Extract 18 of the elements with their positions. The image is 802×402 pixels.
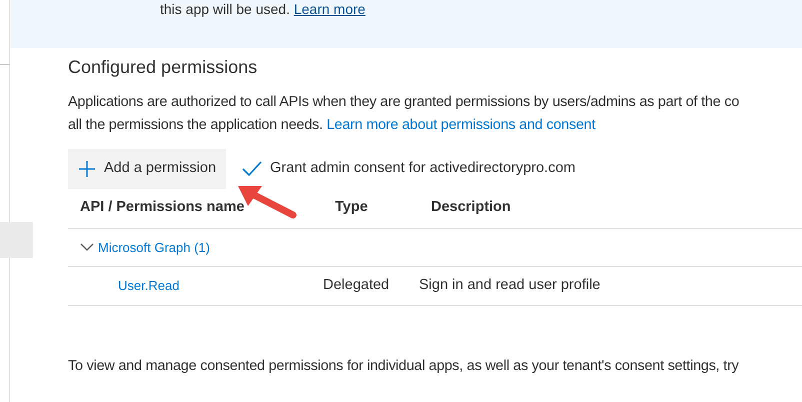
- column-header: Type: [334, 198, 368, 218]
- intro-paragraph: Applications are authorized to call APIs when they are granted permissions by users/admins as part of the co all the permissions the application needs. Learn more about permissions and consent: [68, 93, 740, 135]
- column-header: Description: [430, 198, 511, 218]
- column-header: API / Permissions name: [79, 198, 244, 218]
- chevron-icon[interactable]: [80, 242, 94, 252]
- section-title: Configured permissions: [68, 56, 258, 79]
- plus-icon: [78, 160, 96, 178]
- api-group-link[interactable]: Microsoft Graph (1): [98, 238, 210, 257]
- banner-text: this app will be used.: [160, 1, 291, 17]
- table-cell-text: Delegated: [323, 276, 390, 295]
- permission-link[interactable]: User.Read: [118, 278, 180, 293]
- learn-more-link[interactable]: Learn more: [294, 1, 366, 17]
- footer-text: To view and manage consented permissions for individual apps, as well as your tenant's consent settings, try: [68, 356, 740, 376]
- add-permission-button[interactable]: Add a permission: [68, 149, 226, 189]
- grant-consent-button[interactable]: Grant admin consent for activedirectorypro.com: [232, 149, 586, 189]
- table-cell-text: Sign in and read user profile: [419, 276, 602, 295]
- permissions-link[interactable]: Learn more about permissions and consent: [326, 117, 596, 133]
- checkmark-icon: [242, 160, 262, 177]
